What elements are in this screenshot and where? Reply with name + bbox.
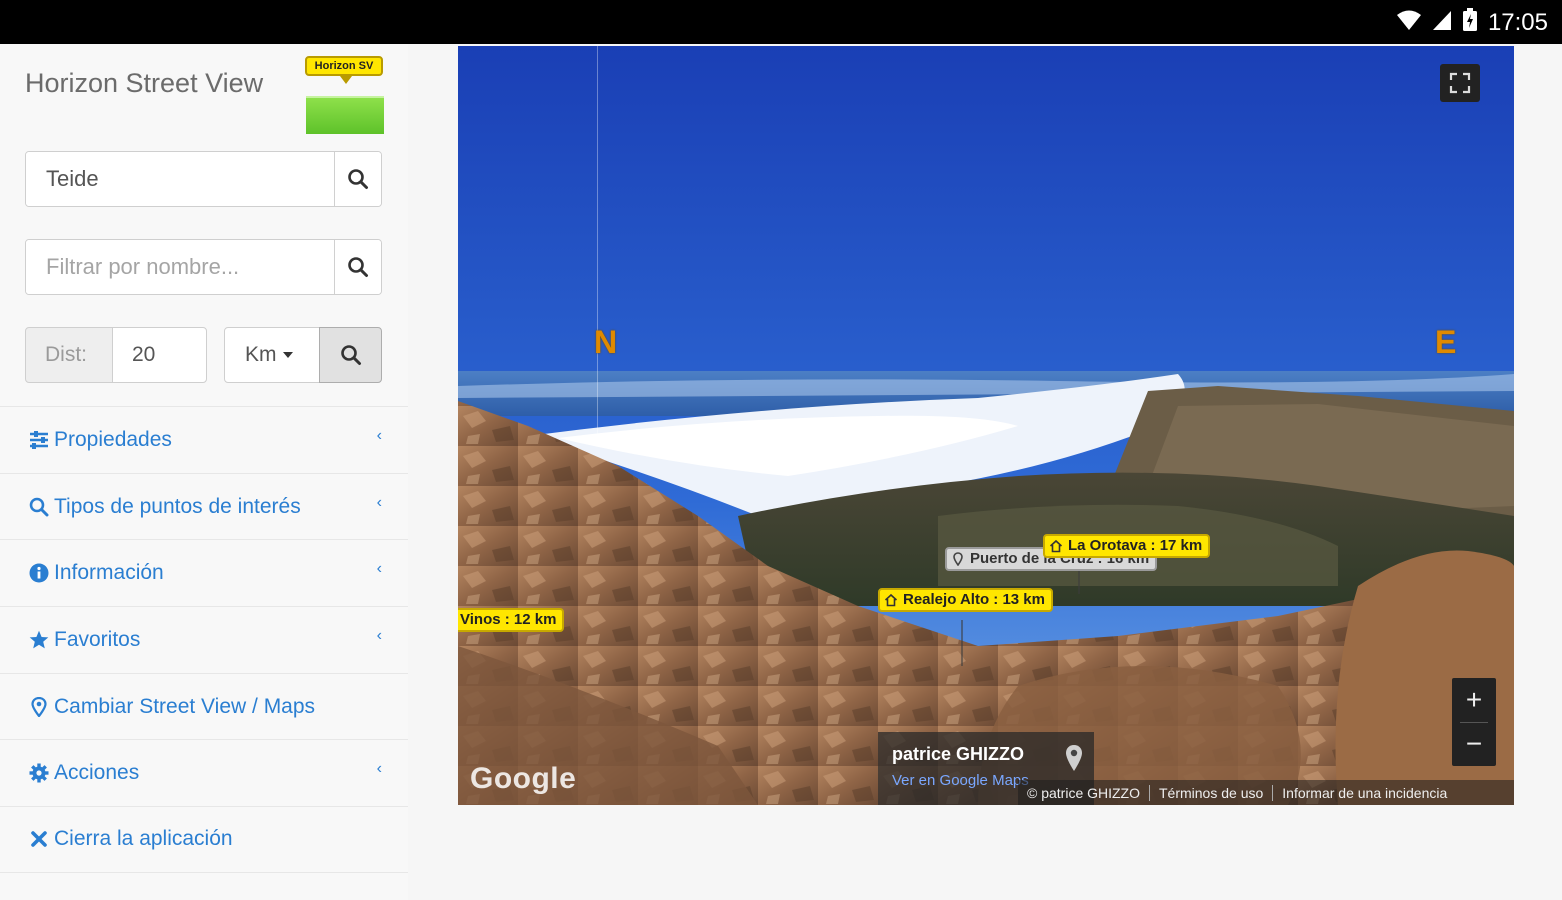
street-view-panorama[interactable]: N E Vinos : 12 km Puerto de la Cruz : 16… xyxy=(458,46,1514,805)
battery-icon xyxy=(1462,8,1478,37)
map-pin-icon[interactable] xyxy=(1064,744,1084,772)
distance-search-button[interactable] xyxy=(319,327,382,383)
filter-name-input[interactable] xyxy=(26,240,334,294)
menu-item-cambiar-vista[interactable]: Cambiar Street View / Maps xyxy=(0,672,408,740)
wifi-icon xyxy=(1396,9,1422,36)
search-icon xyxy=(348,257,368,277)
search-icon xyxy=(340,345,361,365)
menu-item-tipos-poi[interactable]: Tipos de puntos de interés ‹ xyxy=(0,472,408,540)
place-search-input[interactable] xyxy=(26,152,334,206)
menu-item-propiedades[interactable]: Propiedades ‹ xyxy=(0,406,408,473)
zoom-out-button[interactable]: − xyxy=(1452,722,1496,766)
poi-label-text: Realejo Alto : 13 km xyxy=(903,591,1045,608)
star-icon xyxy=(29,630,49,650)
menu-item-cerrar-app[interactable]: Cierra la aplicación xyxy=(0,806,408,873)
menu-item-label: Acciones xyxy=(54,761,140,785)
distance-row: Dist: 20 Km xyxy=(25,327,382,383)
poi-stem xyxy=(961,620,963,666)
home-icon xyxy=(884,593,898,607)
poi-label-text: Vinos : 12 km xyxy=(460,611,557,628)
menu-item-label: Información xyxy=(54,561,164,585)
map-marker-icon xyxy=(29,696,49,717)
terms-link[interactable]: Términos de uso xyxy=(1150,785,1272,801)
sliders-icon xyxy=(29,430,49,450)
menu-item-favoritos[interactable]: Favoritos ‹ xyxy=(0,606,408,673)
map-footer: © patrice GHIZZO Términos de uso Informa… xyxy=(1018,780,1514,805)
close-icon xyxy=(29,829,49,849)
gear-icon xyxy=(29,763,49,783)
unit-select[interactable]: Km xyxy=(224,327,320,383)
app-title: Horizon Street View xyxy=(25,68,264,98)
poi-label-la-orotava[interactable]: La Orotava : 17 km xyxy=(1043,534,1211,558)
logo-land xyxy=(306,96,384,134)
chevron-left-icon: ‹ xyxy=(376,493,382,511)
place-search-group xyxy=(25,151,382,207)
compass-east: E xyxy=(1435,324,1457,360)
unit-select-value: Km xyxy=(245,343,277,366)
view-in-maps-link[interactable]: Ver en Google Maps xyxy=(892,772,1029,789)
info-icon xyxy=(29,563,49,583)
fullscreen-button[interactable] xyxy=(1440,64,1480,102)
author-name: patrice GHIZZO xyxy=(892,744,1025,764)
filter-group xyxy=(25,239,382,295)
menu-item-informacion[interactable]: Información ‹ xyxy=(0,539,408,606)
google-logo: Google xyxy=(470,762,577,795)
poi-label-realejo-alto[interactable]: Realejo Alto : 13 km xyxy=(878,588,1053,612)
menu-item-label: Propiedades xyxy=(54,427,172,451)
copyright-text: © patrice GHIZZO xyxy=(1027,784,1140,801)
zoom-in-button[interactable]: + xyxy=(1452,678,1496,722)
menu-item-label: Tipos de puntos de interés xyxy=(54,494,301,518)
app-logo: Horizon SV xyxy=(305,56,385,134)
sidebar: Horizon Street View Horizon SV Dist: 20 … xyxy=(0,44,408,900)
panorama-scene xyxy=(458,46,1514,805)
status-bar: 17:05 xyxy=(0,0,1562,44)
side-menu: Propiedades ‹ Tipos de puntos de interés… xyxy=(0,406,408,873)
signal-icon xyxy=(1432,9,1452,36)
menu-item-label: Cambiar Street View / Maps xyxy=(54,694,316,718)
menu-item-label: Cierra la aplicación xyxy=(54,827,233,851)
chevron-left-icon: ‹ xyxy=(376,427,382,444)
home-icon xyxy=(1049,539,1063,553)
search-icon xyxy=(29,497,49,517)
distance-input[interactable]: 20 xyxy=(112,327,207,383)
menu-item-acciones[interactable]: Acciones ‹ xyxy=(0,739,408,806)
map-marker-icon xyxy=(953,552,963,566)
zoom-divider xyxy=(1460,722,1488,723)
chevron-left-icon: ‹ xyxy=(376,627,382,645)
poi-label-text: La Orotava : 17 km xyxy=(1068,537,1203,554)
distance-label: Dist: xyxy=(25,327,113,383)
place-search-button[interactable] xyxy=(334,152,381,206)
report-issue-link[interactable]: Informar de una incidencia xyxy=(1273,785,1456,801)
zoom-control: + − xyxy=(1452,678,1496,766)
search-icon xyxy=(348,169,368,189)
poi-label-vinos[interactable]: Vinos : 12 km xyxy=(458,608,565,632)
compass-north: N xyxy=(594,324,618,360)
north-indicator-line xyxy=(597,46,598,436)
chevron-left-icon: ‹ xyxy=(376,560,382,578)
filter-search-button[interactable] xyxy=(334,240,381,294)
fullscreen-icon xyxy=(1449,72,1471,94)
logo-pin-icon xyxy=(340,76,352,84)
chevron-left-icon: ‹ xyxy=(376,760,382,778)
logo-label: Horizon SV xyxy=(305,56,383,76)
menu-item-label: Favoritos xyxy=(54,627,141,651)
caret-down-icon xyxy=(282,352,293,359)
clock: 17:05 xyxy=(1487,8,1548,36)
